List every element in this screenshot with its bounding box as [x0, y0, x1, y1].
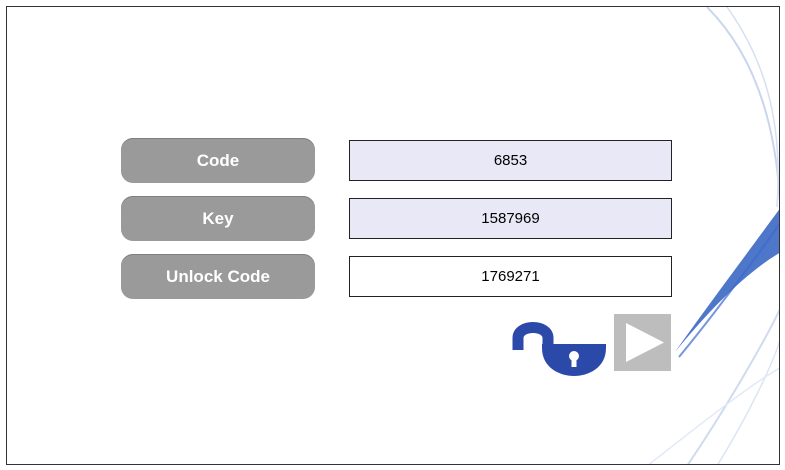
play-arrow-icon: [626, 323, 664, 362]
key-label: Key: [121, 196, 315, 241]
unlock-code-label: Unlock Code: [121, 254, 315, 299]
code-field[interactable]: 6853: [349, 140, 672, 181]
unlock-code-field[interactable]: 1769271: [349, 256, 672, 297]
unlock-screen: Code 6853 Key 1587969 Unlock Code 176927…: [6, 6, 780, 465]
unlocked-padlock-icon: [512, 322, 606, 376]
next-button[interactable]: [614, 314, 671, 371]
code-label: Code: [121, 138, 315, 183]
key-field[interactable]: 1587969: [349, 198, 672, 239]
